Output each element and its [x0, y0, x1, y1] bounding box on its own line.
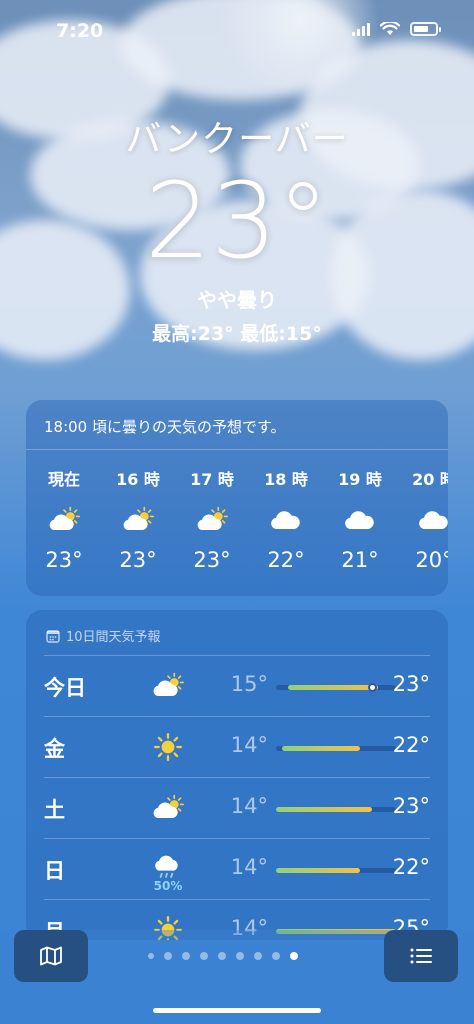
hour-label: 16 時: [116, 470, 160, 489]
status-time: 7:20: [56, 20, 104, 42]
low-temp: 14°: [230, 794, 268, 818]
hour-item: 17 時 23°: [182, 466, 242, 572]
location-arrow-dot: [148, 953, 154, 959]
cloud-icon: [256, 496, 316, 544]
temp-range-bar: [276, 807, 396, 812]
page-dot: [164, 952, 172, 960]
hour-item: 18 時 22°: [256, 466, 316, 572]
hour-label: 現在: [47, 470, 80, 489]
hour-item: 現在 23°: [34, 466, 94, 572]
hour-item: 19 時 21°: [330, 466, 390, 572]
hour-item: 16 時 23°: [108, 466, 168, 572]
daily-row[interactable]: 金 14° 22°: [44, 716, 430, 777]
hour-temp: 23°: [119, 548, 157, 572]
high-temp: 22°: [392, 733, 430, 757]
high-temp: 23°: [392, 672, 430, 696]
hour-label: 20 時: [412, 470, 448, 489]
bottom-toolbar: [0, 930, 474, 1024]
page-dot: [218, 952, 226, 960]
hour-temp: 20°: [415, 548, 448, 572]
temp-range-bar: [276, 746, 396, 751]
battery-icon: [410, 22, 441, 36]
temp-range-bar: [276, 683, 396, 692]
temp-range-bar: [276, 868, 396, 873]
cloud-icon: [404, 496, 448, 544]
current-temperature: 23°: [144, 160, 330, 282]
daily-header: 10日間天気予報: [26, 610, 448, 655]
hourly-forecast-card[interactable]: 18:00 頃に曇りの天気の予想です。 現在 23° 16 時 23° 17 時…: [26, 400, 448, 596]
current-temp-dot: [368, 683, 377, 692]
wifi-icon: [380, 22, 400, 35]
hour-temp: 23°: [193, 548, 231, 572]
home-indicator: [153, 1008, 321, 1013]
page-dot: [254, 952, 262, 960]
hour-item: 20 時 20°: [404, 466, 448, 572]
high-low-text: 最高:23° 最低:15°: [152, 323, 322, 345]
day-name: 金: [44, 737, 65, 761]
city-list-button[interactable]: [384, 930, 458, 982]
partly-cloudy-icon: [182, 496, 242, 544]
map-icon: [40, 946, 62, 966]
daily-forecast-card[interactable]: 10日間天気予報 今日 15° 23° 金 14° 22° 土 14° 23° …: [26, 610, 448, 940]
city-name: バンクーバー: [125, 119, 349, 160]
high-temp: 22°: [392, 855, 430, 879]
low-temp: 14°: [230, 855, 268, 879]
condition-text: やや曇り: [197, 288, 277, 312]
page-dot: [272, 952, 280, 960]
current-weather: バンクーバー 23° やや曇り 最高:23° 最低:15°: [0, 110, 474, 346]
map-button[interactable]: [14, 930, 88, 982]
precip-chance: 50%: [153, 879, 183, 893]
low-temp: 15°: [230, 672, 268, 696]
day-name: 今日: [44, 676, 86, 700]
daily-row[interactable]: 土 14° 23°: [44, 777, 430, 838]
hour-label: 18 時: [264, 470, 308, 489]
list-icon: [410, 948, 432, 964]
hour-label: 17 時: [190, 470, 234, 489]
sun-icon: [148, 727, 188, 767]
cloud-icon: [330, 496, 390, 544]
hourly-scroll[interactable]: 現在 23° 16 時 23° 17 時 23° 18 時 22° 19 時 2…: [26, 450, 448, 580]
daily-header-label: 10日間天気予報: [66, 630, 161, 645]
partly-cloudy-icon: [148, 788, 188, 828]
page-dot: [290, 952, 298, 960]
hourly-summary: 18:00 頃に曇りの天気の予想です。: [26, 400, 448, 450]
page-dot: [182, 952, 190, 960]
status-bar: 7:20: [0, 0, 474, 60]
day-name: 日: [44, 859, 65, 883]
day-name: 土: [44, 798, 65, 822]
cellular-signal-icon: [352, 22, 370, 36]
low-temp: 14°: [230, 733, 268, 757]
hour-temp: 23°: [45, 548, 83, 572]
calendar-icon: [46, 629, 60, 643]
hour-temp: 22°: [267, 548, 305, 572]
partly-cloudy-icon: [34, 496, 94, 544]
page-indicator[interactable]: [148, 950, 326, 962]
daily-row[interactable]: 今日 15° 23°: [44, 655, 430, 716]
hour-temp: 21°: [341, 548, 379, 572]
page-dot: [236, 952, 244, 960]
hour-label: 19 時: [338, 470, 382, 489]
partly-cloudy-icon: [108, 496, 168, 544]
page-dot: [200, 952, 208, 960]
partly-cloudy-icon: [148, 666, 188, 706]
high-temp: 23°: [392, 794, 430, 818]
daily-row[interactable]: 日 50% 14° 22°: [44, 838, 430, 899]
